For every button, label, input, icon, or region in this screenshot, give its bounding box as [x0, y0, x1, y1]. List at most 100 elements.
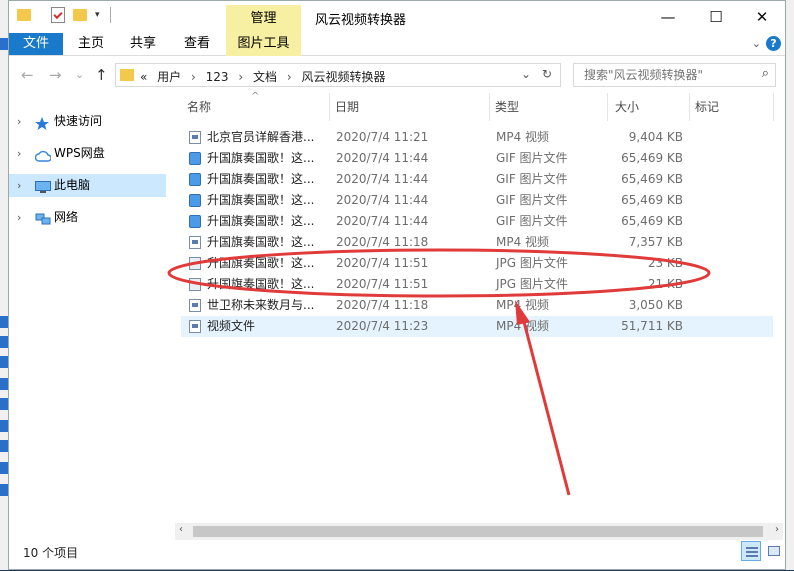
column-header-type[interactable]: 类型: [489, 93, 608, 121]
folder-icon: [120, 69, 134, 81]
breadcrumb-item[interactable]: 用户: [157, 70, 181, 84]
breadcrumb: « 用户 › 123 › 文档 › 风云视频转换器: [140, 68, 392, 85]
column-header-name[interactable]: 名称: [181, 93, 330, 121]
expand-icon[interactable]: ›: [17, 110, 21, 133]
file-type: MP4 视频: [496, 298, 550, 312]
tab-share[interactable]: 共享: [121, 33, 165, 55]
tab-home[interactable]: 主页: [69, 33, 113, 55]
file-date: 2020/7/4 11:44: [336, 151, 429, 165]
search-box[interactable]: ⌕: [573, 63, 776, 87]
file-row[interactable]: 升国旗奏国歌！这... 2020/7/4 11:18 MP4 视频 7,357 KB: [181, 232, 773, 253]
search-input[interactable]: [582, 67, 756, 83]
expand-icon[interactable]: ›: [17, 206, 21, 229]
gif-file-icon: [189, 194, 201, 207]
column-header-label: 日期: [335, 100, 360, 114]
jpg-file-icon: [189, 257, 201, 270]
item-count: 10 个项目: [23, 546, 79, 560]
mp4-file-icon: [189, 320, 201, 333]
column-header-date[interactable]: 日期: [329, 93, 490, 121]
new-folder-icon[interactable]: [73, 9, 87, 21]
address-dropdown-icon[interactable]: ⌄: [521, 67, 531, 81]
breadcrumb-overflow[interactable]: «: [140, 70, 147, 84]
nav-item-quick-access[interactable]: › 快速访问: [9, 110, 166, 133]
ribbon-collapse-icon[interactable]: ⌄: [752, 37, 761, 50]
background-icon: [0, 316, 8, 328]
properties-icon[interactable]: [51, 7, 65, 23]
expand-icon[interactable]: ›: [17, 174, 21, 197]
up-button[interactable]: ↑: [95, 66, 108, 84]
file-size: 65,469 KB: [621, 193, 683, 207]
file-name: 升国旗奏国歌！这...: [207, 172, 315, 186]
file-date: 2020/7/4 11:23: [336, 319, 429, 333]
column-header-label: 类型: [495, 100, 520, 114]
file-row[interactable]: 北京官员详解香港... 2020/7/4 11:21 MP4 视频 9,404 KB: [181, 127, 773, 148]
column-header-tags[interactable]: 标记: [689, 93, 774, 121]
mp4-file-icon: [189, 131, 201, 144]
breadcrumb-item[interactable]: 文档: [253, 70, 277, 84]
background-icon: [0, 336, 8, 348]
nav-item-this-pc[interactable]: › 此电脑: [9, 174, 166, 197]
column-header-label: 名称: [187, 100, 212, 114]
address-row: ← → ⌄ ↑ « 用户 › 123 › 文档 › 风云视频转换器 ⌄ ↻ ⌕: [9, 61, 785, 91]
recent-locations-icon[interactable]: ⌄: [75, 68, 84, 81]
help-icon[interactable]: ?: [766, 36, 781, 51]
file-type: MP4 视频: [496, 319, 550, 333]
nav-item-network[interactable]: › 网络: [9, 206, 166, 229]
manage-context-tab[interactable]: 管理: [226, 5, 301, 33]
file-date: 2020/7/4 11:44: [336, 172, 429, 186]
scroll-left-icon[interactable]: ‹: [179, 524, 183, 535]
folder-icon: [17, 9, 31, 21]
file-date: 2020/7/4 11:44: [336, 214, 429, 228]
column-header-label: 标记: [695, 100, 720, 114]
background-icon: [0, 398, 8, 410]
file-name: 升国旗奏国歌！这...: [207, 214, 315, 228]
scroll-right-icon[interactable]: ›: [775, 524, 779, 535]
file-row[interactable]: 升国旗奏国歌！这... 2020/7/4 11:44 GIF 图片文件 65,469 …: [181, 190, 773, 211]
background-icon: [0, 378, 8, 390]
close-button[interactable]: ✕: [739, 1, 785, 33]
chevron-right-icon[interactable]: ›: [287, 70, 292, 84]
file-date: 2020/7/4 11:21: [336, 130, 429, 144]
background-window-left: [0, 0, 8, 570]
file-size: 65,469 KB: [621, 214, 683, 228]
tab-file[interactable]: 文件: [9, 33, 63, 55]
file-row[interactable]: 升国旗奏国歌！这... 2020/7/4 11:51 JPG 图片文件 23 KB: [181, 253, 773, 274]
breadcrumb-item[interactable]: 风云视频转换器: [302, 70, 386, 84]
file-row[interactable]: 升国旗奏国歌！这... 2020/7/4 11:44 GIF 图片文件 65,469 …: [181, 169, 773, 190]
tab-picture-tools[interactable]: 图片工具: [226, 33, 301, 56]
scrollbar-thumb[interactable]: [193, 526, 763, 537]
column-header-size[interactable]: 大小: [607, 93, 690, 121]
forward-button[interactable]: →: [49, 66, 62, 84]
column-divider[interactable]: [773, 93, 774, 121]
quick-access-dropdown-icon[interactable]: ▾: [95, 10, 100, 20]
address-bar[interactable]: « 用户 › 123 › 文档 › 风云视频转换器 ⌄ ↻: [115, 63, 561, 87]
chevron-right-icon[interactable]: ›: [191, 70, 196, 84]
file-row[interactable]: 视频文件 2020/7/4 11:23 MP4 视频 51,711 KB: [181, 316, 773, 337]
file-name: 升国旗奏国歌！这...: [207, 256, 315, 270]
status-bar: 10 个项目: [9, 541, 785, 571]
file-size: 9,404 KB: [628, 130, 683, 144]
file-row[interactable]: 世卫称未来数月与... 2020/7/4 11:18 MP4 视频 3,050 KB: [181, 295, 773, 316]
file-type: GIF 图片文件: [496, 172, 568, 186]
chevron-right-icon[interactable]: ›: [238, 70, 243, 84]
refresh-icon[interactable]: ↻: [542, 67, 552, 81]
large-icons-view-button[interactable]: [764, 541, 784, 561]
nav-item-wps-drive[interactable]: › WPS网盘: [9, 142, 166, 165]
file-row[interactable]: 升国旗奏国歌！这... 2020/7/4 11:44 GIF 图片文件 65,469 …: [181, 148, 773, 169]
file-row[interactable]: 升国旗奏国歌！这... 2020/7/4 11:51 JPG 图片文件 21 KB: [181, 274, 773, 295]
column-headers: 名称 日期 类型 大小 标记: [181, 93, 774, 121]
minimize-button[interactable]: —: [645, 1, 691, 33]
file-type: MP4 视频: [496, 235, 550, 249]
nav-item-label: 快速访问: [54, 114, 103, 128]
expand-icon[interactable]: ›: [17, 142, 21, 165]
search-icon[interactable]: ⌕: [762, 66, 769, 81]
back-button[interactable]: ←: [21, 66, 34, 84]
file-type: GIF 图片文件: [496, 214, 568, 228]
breadcrumb-item[interactable]: 123: [206, 70, 229, 84]
horizontal-scrollbar[interactable]: ‹ ›: [175, 523, 783, 540]
file-row[interactable]: 升国旗奏国歌！这... 2020/7/4 11:44 GIF 图片文件 65,469 …: [181, 211, 773, 232]
mp4-file-icon: [189, 236, 201, 249]
details-view-button[interactable]: [741, 541, 761, 561]
tab-view[interactable]: 查看: [175, 33, 219, 55]
maximize-button[interactable]: ☐: [693, 1, 739, 33]
